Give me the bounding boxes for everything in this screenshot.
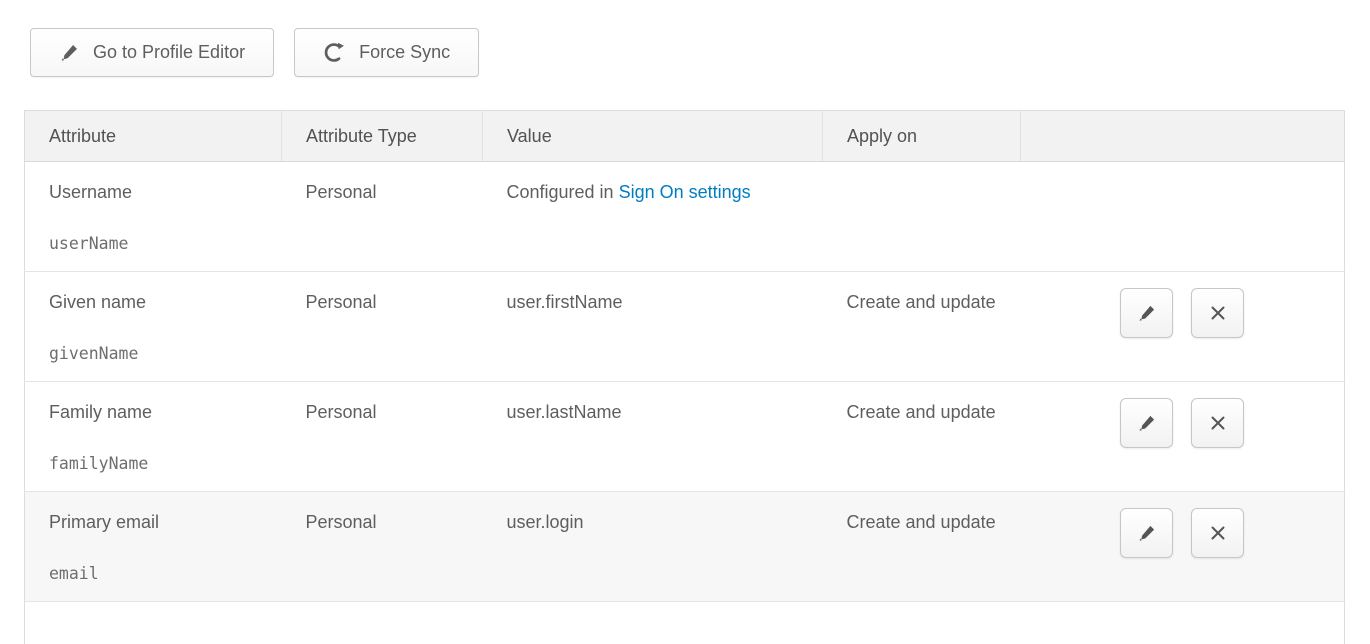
value-cell: Configured in Sign On settings	[483, 162, 823, 272]
attribute-type-cell: Personal	[282, 162, 483, 272]
attribute-mappings-page: Go to Profile Editor Force Sync Attribut…	[0, 0, 1370, 644]
column-header-attribute: Attribute	[25, 111, 282, 162]
attribute-variable: userName	[49, 232, 258, 255]
toolbar: Go to Profile Editor Force Sync	[30, 28, 1370, 77]
value-cell: user.lastName	[483, 382, 823, 492]
column-header-attribute-type: Attribute Type	[282, 111, 483, 162]
x-icon	[1208, 413, 1228, 433]
edit-attribute-button[interactable]	[1120, 398, 1173, 448]
value-prefix: Configured in	[507, 182, 619, 202]
edit-attribute-button[interactable]	[1120, 508, 1173, 558]
attribute-label: Username	[49, 181, 258, 204]
attribute-cell: Primary email email	[25, 492, 282, 602]
partial-row-cell	[25, 602, 1345, 644]
attribute-variable: givenName	[49, 342, 258, 365]
refresh-icon	[323, 41, 346, 64]
actions-cell	[1021, 492, 1345, 602]
pencil-icon	[1137, 303, 1157, 323]
attribute-mappings-table: Attribute Attribute Type Value Apply on …	[24, 110, 1345, 644]
table-row-primary-email: Primary email email Personal user.login …	[25, 492, 1345, 602]
column-header-value: Value	[483, 111, 823, 162]
remove-attribute-button[interactable]	[1191, 508, 1244, 558]
attribute-label: Family name	[49, 401, 258, 424]
actions-cell	[1021, 382, 1345, 492]
remove-attribute-button[interactable]	[1191, 398, 1244, 448]
apply-on-cell: Create and update	[823, 272, 1021, 382]
table-row-partial	[25, 602, 1345, 644]
force-sync-label: Force Sync	[359, 42, 450, 63]
x-icon	[1208, 303, 1228, 323]
attribute-label: Primary email	[49, 511, 258, 534]
table-row-given-name: Given name givenName Personal user.first…	[25, 272, 1345, 382]
go-to-profile-editor-label: Go to Profile Editor	[93, 42, 245, 63]
attribute-label: Given name	[49, 291, 258, 314]
apply-on-cell	[823, 162, 1021, 272]
pencil-icon	[59, 42, 80, 63]
attribute-type-cell: Personal	[282, 382, 483, 492]
attribute-type-cell: Personal	[282, 272, 483, 382]
attribute-cell: Username userName	[25, 162, 282, 272]
actions-cell	[1021, 272, 1345, 382]
actions-cell	[1021, 162, 1345, 272]
pencil-icon	[1137, 523, 1157, 543]
sign-on-settings-link[interactable]: Sign On settings	[619, 182, 751, 202]
column-header-apply-on: Apply on	[823, 111, 1021, 162]
apply-on-cell: Create and update	[823, 492, 1021, 602]
column-header-actions	[1021, 111, 1345, 162]
value-cell: user.firstName	[483, 272, 823, 382]
attribute-variable: familyName	[49, 452, 258, 475]
pencil-icon	[1137, 413, 1157, 433]
table-row-username: Username userName Personal Configured in…	[25, 162, 1345, 272]
attribute-cell: Given name givenName	[25, 272, 282, 382]
attribute-variable: email	[49, 562, 258, 585]
value-cell: user.login	[483, 492, 823, 602]
force-sync-button[interactable]: Force Sync	[294, 28, 479, 77]
go-to-profile-editor-button[interactable]: Go to Profile Editor	[30, 28, 274, 77]
table-header-row: Attribute Attribute Type Value Apply on	[25, 111, 1345, 162]
remove-attribute-button[interactable]	[1191, 288, 1244, 338]
x-icon	[1208, 523, 1228, 543]
edit-attribute-button[interactable]	[1120, 288, 1173, 338]
table-row-family-name: Family name familyName Personal user.las…	[25, 382, 1345, 492]
attribute-type-cell: Personal	[282, 492, 483, 602]
apply-on-cell: Create and update	[823, 382, 1021, 492]
attribute-cell: Family name familyName	[25, 382, 282, 492]
